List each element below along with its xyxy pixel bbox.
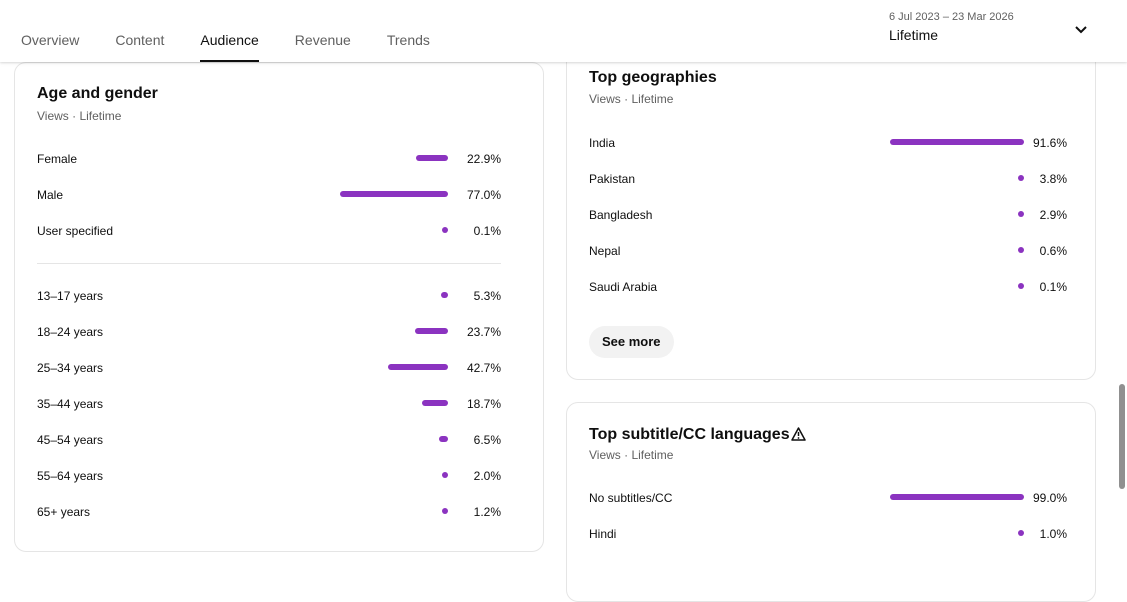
card-title: Top subtitle/CC languages [589,426,790,443]
row-value: 2.9% [1039,208,1067,222]
row-label: Saudi Arabia [589,280,658,294]
see-more-button[interactable]: See more [589,326,674,358]
date-range-picker[interactable]: 6 Jul 2023 – 23 Mar 2026 Lifetime [889,11,1014,43]
chevron-down-icon[interactable] [1074,24,1088,36]
row-label: Pakistan [589,172,636,186]
row-value: 1.2% [473,505,501,519]
bar-row: 13–17 years 5.3% [37,286,501,306]
row-value: 0.1% [1039,280,1067,294]
bar-row: 55–64 years 2.0% [37,466,501,486]
card-subtitle: Views · Lifetime [589,448,674,462]
row-value: 22.9% [466,152,501,166]
value-bar [1018,247,1024,253]
tab-trends[interactable]: Trends [387,0,430,62]
value-bar [442,472,448,478]
value-bar [890,494,1024,500]
row-label: 18–24 years [37,325,104,339]
bar-row: Bangladesh 2.9% [589,205,1067,225]
bar-row: 65+ years 1.2% [37,502,501,522]
bar-row: Nepal 0.6% [589,241,1067,261]
tab-bar: Overview Content Audience Revenue Trends [21,0,466,62]
row-label: User specified [37,224,114,238]
value-bar [1018,175,1024,181]
row-value: 6.5% [473,433,501,447]
row-label: Bangladesh [589,208,653,222]
row-value: 18.7% [466,397,501,411]
bar-row: Saudi Arabia 0.1% [589,277,1067,297]
value-bar [340,191,448,197]
tab-content[interactable]: Content [115,0,164,62]
tab-audience[interactable]: Audience [200,0,260,62]
row-label: 13–17 years [37,289,104,303]
row-value: 5.3% [473,289,501,303]
row-value: 42.7% [466,361,501,375]
bar-row: 35–44 years 18.7% [37,394,501,414]
row-value: 2.0% [473,469,501,483]
row-label: 45–54 years [37,433,104,447]
row-value: 91.6% [1032,136,1067,150]
row-value: 77.0% [466,188,501,202]
date-range-period: Lifetime [889,27,939,43]
bar-row: Hindi 1.0% [589,524,1067,544]
value-bar [388,364,448,370]
value-bar [442,508,448,514]
bar-row: 45–54 years 6.5% [37,430,501,450]
bar-row: Female 22.9% [37,149,501,169]
bar-row: India 91.6% [589,133,1067,153]
date-range-dates: 6 Jul 2023 – 23 Mar 2026 [889,11,1014,23]
value-bar [890,139,1024,145]
value-bar [414,328,448,334]
top-bar: Overview Content Audience Revenue Trends… [0,0,1127,62]
value-bar [421,400,448,406]
bar-row: Pakistan 3.8% [589,169,1067,189]
top-subtitle-languages-card: Top subtitle/CC languages Views · Lifeti… [566,402,1096,602]
age-gender-card: Age and gender Views · Lifetime Female 22… [14,62,544,552]
row-label: Female [37,152,78,166]
card-subtitle: Views · Lifetime [37,109,122,123]
row-value: 99.0% [1032,491,1067,505]
bar-row: 18–24 years 23.7% [37,322,501,342]
card-title: Top geographies [589,69,717,86]
card-subtitle: Views · Lifetime [589,92,674,106]
row-label: 55–64 years [37,469,104,483]
row-label: No subtitles/CC [589,491,673,505]
row-label: 25–34 years [37,361,104,375]
value-bar [442,227,448,233]
bar-row: Male 77.0% [37,185,501,205]
row-label: Male [37,188,64,202]
value-bar [440,292,448,298]
row-value: 0.1% [473,224,501,238]
row-value: 23.7% [466,325,501,339]
value-bar [438,436,448,442]
divider [37,263,501,264]
scrollbar-thumb[interactable] [1119,384,1125,489]
bar-row: 25–34 years 42.7% [37,358,501,378]
bar-row: User specified 0.1% [37,221,501,241]
warning-icon[interactable] [791,427,806,441]
row-value: 0.6% [1039,244,1067,258]
value-bar [1018,530,1024,536]
scrollbar[interactable] [1117,62,1127,539]
bar-row: No subtitles/CC 99.0% [589,488,1067,508]
row-label: 65+ years [37,505,91,519]
value-bar [415,155,448,161]
tab-revenue[interactable]: Revenue [295,0,351,62]
row-label: Nepal [589,244,621,258]
row-label: India [589,136,616,150]
value-bar [1018,283,1024,289]
top-geographies-card: Top geographies Views · Lifetime India 91… [566,40,1096,380]
value-bar [1018,211,1024,217]
card-title: Age and gender [37,85,158,102]
row-label: 35–44 years [37,397,104,411]
row-value: 3.8% [1039,172,1067,186]
tab-overview[interactable]: Overview [21,0,79,62]
